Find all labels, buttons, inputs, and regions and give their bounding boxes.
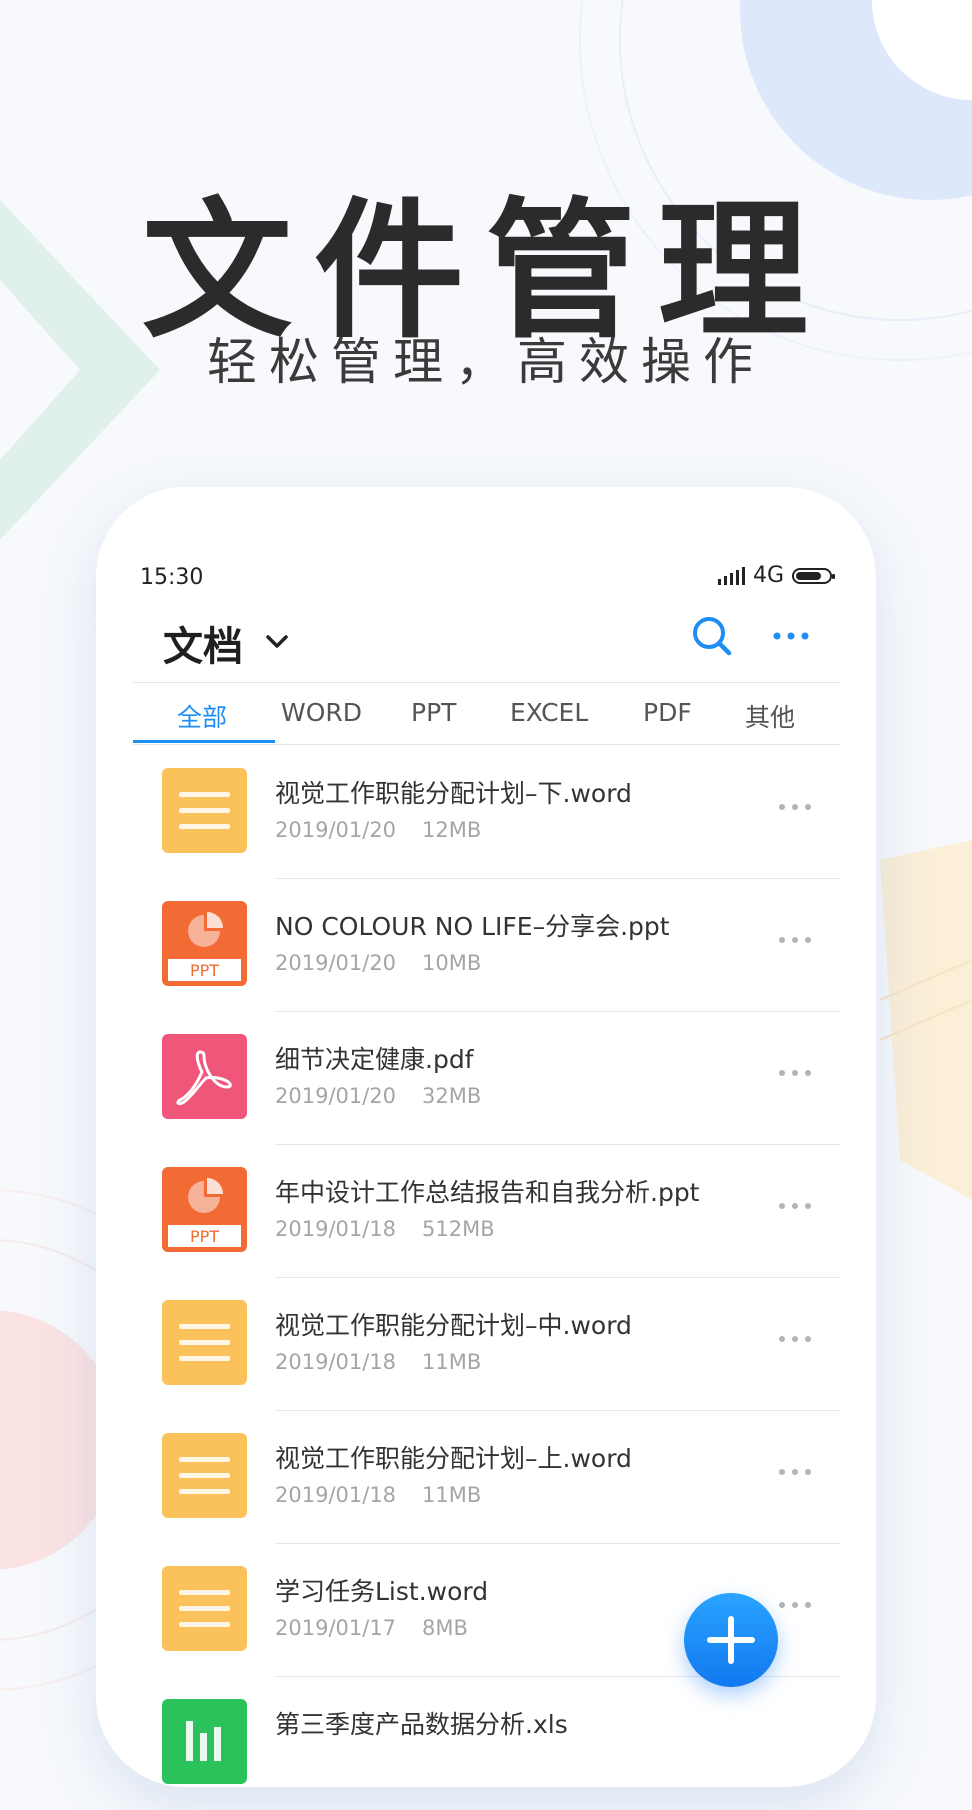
file-date: 2019/01/20 bbox=[275, 818, 397, 842]
add-file-button[interactable] bbox=[684, 1593, 778, 1687]
file-meta: 2019/01/18 11MB bbox=[275, 1483, 481, 1507]
file-name: 视觉工作职能分配计划–上.word bbox=[275, 1444, 632, 1473]
file-size: 11MB bbox=[422, 1483, 482, 1507]
file-meta: 2019/01/18 512MB bbox=[275, 1217, 495, 1241]
tab-ppt[interactable]: PPT bbox=[411, 698, 456, 727]
network-label: 4G bbox=[752, 563, 784, 588]
signal-icon bbox=[717, 566, 745, 585]
file-date: 2019/01/17 bbox=[275, 1616, 397, 1640]
file-date: 2019/01/18 bbox=[275, 1350, 397, 1374]
file-name: 年中设计工作总结报告和自我分析.ppt bbox=[275, 1178, 700, 1207]
more-options-icon[interactable] bbox=[778, 1332, 812, 1346]
tab-other[interactable]: 其他 bbox=[745, 698, 795, 734]
file-row[interactable]: 视觉工作职能分配计划–中.word 2019/01/18 11MB bbox=[133, 1278, 841, 1411]
file-size: 512MB bbox=[422, 1217, 495, 1241]
more-options-icon[interactable] bbox=[778, 1598, 812, 1612]
tab-pdf[interactable]: PDF bbox=[643, 698, 692, 727]
battery-icon bbox=[792, 567, 835, 584]
app-header: 文档 bbox=[163, 610, 823, 670]
file-row[interactable]: PPT 年中设计工作总结报告和自我分析.ppt 2019/01/18 512MB bbox=[133, 1145, 841, 1278]
file-name: 视觉工作职能分配计划–下.word bbox=[275, 779, 632, 808]
file-name: 第三季度产品数据分析.xls bbox=[275, 1710, 568, 1739]
tab-active-indicator bbox=[133, 740, 275, 743]
word-file-icon bbox=[162, 1566, 247, 1651]
tab-word[interactable]: WORD bbox=[281, 698, 362, 727]
plus-icon bbox=[707, 1616, 755, 1664]
hero-subtitle: 轻松管理，高效操作 bbox=[207, 333, 765, 391]
ppt-file-icon: PPT bbox=[162, 901, 247, 986]
file-row[interactable]: PPT NO COLOUR NO LIFE–分享会.ppt 2019/01/20… bbox=[133, 879, 841, 1012]
search-icon[interactable] bbox=[690, 614, 734, 658]
file-meta: 2019/01/17 8MB bbox=[275, 1616, 468, 1640]
status-time: 15:30 bbox=[140, 565, 204, 590]
file-date: 2019/01/20 bbox=[275, 1084, 397, 1108]
file-size: 32MB bbox=[422, 1084, 482, 1108]
more-options-icon[interactable] bbox=[778, 1066, 812, 1080]
chevron-down-icon[interactable] bbox=[263, 628, 291, 656]
more-options-icon[interactable] bbox=[778, 800, 812, 814]
file-meta: 2019/01/18 11MB bbox=[275, 1350, 481, 1374]
file-size: 11MB bbox=[422, 1350, 482, 1374]
tab-excel[interactable]: EXCEL bbox=[510, 698, 588, 727]
page-title[interactable]: 文档 bbox=[163, 614, 243, 672]
file-row[interactable]: 细节决定健康.pdf 2019/01/20 32MB bbox=[133, 1012, 841, 1145]
file-size: 8MB bbox=[422, 1616, 468, 1640]
file-meta: 2019/01/20 10MB bbox=[275, 951, 481, 975]
file-meta: 2019/01/20 32MB bbox=[275, 1084, 481, 1108]
file-date: 2019/01/18 bbox=[275, 1217, 397, 1241]
file-name: NO COLOUR NO LIFE–分享会.ppt bbox=[275, 912, 670, 941]
more-options-icon[interactable] bbox=[778, 1465, 812, 1479]
tabs-divider bbox=[133, 744, 841, 745]
word-file-icon bbox=[162, 1433, 247, 1518]
ppt-icon-label: PPT bbox=[190, 961, 219, 980]
file-size: 10MB bbox=[422, 951, 482, 975]
tab-all[interactable]: 全部 bbox=[177, 698, 227, 734]
ppt-icon-label: PPT bbox=[190, 1227, 219, 1246]
file-row[interactable]: 第三季度产品数据分析.xls bbox=[133, 1677, 841, 1810]
file-name: 细节决定健康.pdf bbox=[275, 1045, 474, 1074]
status-bar: 15:30 4G bbox=[140, 563, 835, 593]
file-row[interactable]: 视觉工作职能分配计划–下.word 2019/01/20 12MB bbox=[133, 746, 841, 879]
file-name: 学习任务List.word bbox=[275, 1577, 489, 1606]
excel-file-icon bbox=[162, 1699, 247, 1784]
file-date: 2019/01/20 bbox=[275, 951, 397, 975]
header-divider bbox=[133, 682, 841, 683]
more-options-icon[interactable] bbox=[778, 933, 812, 947]
file-size: 12MB bbox=[422, 818, 482, 842]
word-file-icon bbox=[162, 1300, 247, 1385]
ppt-file-icon: PPT bbox=[162, 1167, 247, 1252]
more-options-icon[interactable] bbox=[778, 1199, 812, 1213]
file-name: 视觉工作职能分配计划–中.word bbox=[275, 1311, 632, 1340]
pdf-file-icon bbox=[162, 1034, 247, 1119]
file-row[interactable]: 视觉工作职能分配计划–上.word 2019/01/18 11MB bbox=[133, 1411, 841, 1544]
tab-bar: 全部 WORD PPT EXCEL PDF 其他 bbox=[133, 690, 841, 743]
file-date: 2019/01/18 bbox=[275, 1483, 397, 1507]
file-meta: 2019/01/20 12MB bbox=[275, 818, 481, 842]
more-icon[interactable] bbox=[769, 624, 813, 648]
word-file-icon bbox=[162, 768, 247, 853]
